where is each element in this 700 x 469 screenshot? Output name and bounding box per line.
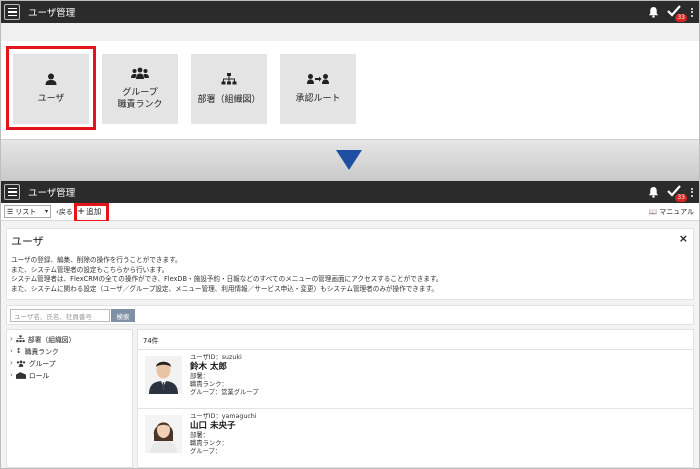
role-icon	[15, 371, 26, 379]
tile-label: 承認ルート	[295, 94, 341, 104]
tile-label-sub: 職責ランク	[117, 100, 163, 110]
user-name[interactable]: 鈴木 太郎	[190, 362, 259, 373]
tree-item-label: 部署（組織図）	[27, 336, 76, 344]
hamburger-menu-button[interactable]	[4, 4, 20, 20]
tree-item-rank[interactable]: › ↕ 職責ランク	[7, 345, 132, 357]
result-count: 74件	[143, 337, 159, 345]
tree-item-label: 職責ランク	[24, 348, 59, 356]
chevron-right-icon: ›	[10, 347, 13, 355]
group-icon	[16, 360, 25, 367]
back-button[interactable]: ‹ 戻る	[56, 207, 73, 217]
app-header-top: ユーザ管理 33	[1, 1, 699, 23]
bell-icon[interactable]	[648, 186, 659, 198]
chevron-right-icon: ›	[10, 371, 13, 379]
user-list-item[interactable]: ユーザID：suzuki 鈴木 太郎 部署： 職責ランク： グループ：営業グルー…	[138, 349, 693, 405]
tile-label: 部署（組織図）	[197, 94, 261, 105]
avatar	[145, 415, 182, 453]
user-id: ユーザID：suzuki	[190, 354, 242, 361]
more-menu-icon[interactable]	[691, 7, 693, 17]
menu-tiles: ユーザ グループ 職責ランク 部署（組織図） 承認ルート	[1, 41, 699, 139]
app-title: ユーザ管理	[28, 188, 76, 199]
search-input[interactable]: ユーザ名、氏名、社員番号	[10, 309, 110, 322]
view-mode-label: リスト	[15, 207, 37, 216]
user-id: ユーザID：yamaguchi	[190, 413, 257, 420]
manual-link[interactable]: 📖 マニュアル	[648, 207, 694, 217]
transition-separator	[1, 139, 699, 181]
down-arrow-icon	[336, 150, 362, 170]
chevron-right-icon: ›	[10, 359, 13, 367]
approval-route-icon	[307, 74, 329, 84]
subheader-bar	[1, 23, 699, 41]
search-button[interactable]: 検索	[111, 309, 135, 322]
user-meta: ユーザID：yamaguchi 山口 未央子 部署： 職責ランク： グループ：	[190, 413, 257, 456]
tree-item-department[interactable]: › 部署（組織図）	[7, 333, 132, 345]
chevron-down-icon: ▾	[44, 208, 48, 215]
app-header-bottom: ユーザ管理 33	[1, 181, 699, 203]
hamburger-menu-button[interactable]	[4, 184, 20, 200]
description-line: また、システムに関わる設定（ユーザ／グループ設定、メニュー管理、利用情報／サービ…	[11, 284, 439, 293]
org-chart-icon	[221, 72, 237, 84]
notification-badge: 33	[675, 14, 687, 22]
tile-department[interactable]: 部署（組織図）	[191, 54, 267, 124]
search-bar: ユーザ名、氏名、社員番号 検索	[6, 305, 694, 325]
description-line: また、システム管理者の設定もこちらから行います。	[11, 265, 169, 274]
bell-icon[interactable]	[648, 6, 659, 18]
app-title: ユーザ管理	[28, 8, 76, 19]
user-department: 部署：	[190, 432, 209, 439]
user-list-item[interactable]: ユーザID：yamaguchi 山口 未央子 部署： 職責ランク： グループ：	[138, 408, 693, 464]
description-text: ユーザの登録、編集、削除の操作を行うことができます。 また、システム管理者の設定…	[11, 256, 442, 294]
manual-label: マニュアル	[659, 207, 694, 216]
highlight-box-user-tile	[6, 46, 96, 130]
user-rank: 職責ランク：	[190, 381, 228, 388]
approval-check-icon[interactable]: 33	[667, 5, 687, 22]
rank-icon: ↕	[15, 347, 22, 355]
description-panel: ユーザ × ユーザの登録、編集、削除の操作を行うことができます。 また、システム…	[6, 228, 694, 300]
back-label: 戻る	[58, 207, 73, 216]
page-title: ユーザ	[11, 235, 44, 248]
more-menu-icon[interactable]	[691, 187, 693, 197]
tile-label: グループ	[122, 88, 158, 98]
filter-tree: › 部署（組織図） › ↕ 職責ランク › グループ › ロール	[6, 329, 133, 468]
view-mode-select[interactable]: ☰ リスト ▾	[4, 205, 51, 218]
user-department: 部署：	[190, 373, 209, 380]
tile-approval-route[interactable]: 承認ルート	[280, 54, 356, 124]
tree-item-label: ロール	[28, 372, 50, 380]
user-meta: ユーザID：suzuki 鈴木 太郎 部署： 職責ランク： グループ：営業グルー…	[190, 354, 259, 397]
user-group: グループ：	[190, 448, 222, 455]
notification-badge: 33	[675, 194, 687, 202]
avatar	[145, 356, 182, 394]
book-icon: 📖	[648, 207, 658, 216]
tree-item-role[interactable]: › ロール	[7, 369, 132, 381]
list-icon: ☰	[7, 207, 14, 216]
tree-item-group[interactable]: › グループ	[7, 357, 132, 369]
user-results: 74件 ユーザID：suzuki 鈴木 太郎 部署： 職責ランク： グループ：営…	[137, 329, 694, 468]
description-line: システム管理者は、FlexCRMの全ての操作ができ、FlexDB・施設予約・日報…	[11, 275, 443, 283]
close-icon[interactable]: ×	[679, 232, 688, 245]
tree-item-label: グループ	[28, 360, 56, 368]
org-chart-icon	[16, 335, 25, 343]
user-rank: 職責ランク：	[190, 440, 228, 447]
description-line: ユーザの登録、編集、削除の操作を行うことができます。	[11, 256, 182, 264]
chevron-right-icon: ›	[10, 335, 13, 343]
tile-group-rank[interactable]: グループ 職責ランク	[102, 54, 178, 124]
highlight-box-add-button	[74, 203, 109, 223]
user-group: グループ：営業グループ	[190, 389, 259, 396]
approval-check-icon[interactable]: 33	[667, 185, 687, 202]
user-name[interactable]: 山口 未央子	[190, 421, 257, 432]
main-content: ユーザ × ユーザの登録、編集、削除の操作を行うことができます。 また、システム…	[1, 221, 699, 468]
group-icon	[131, 67, 149, 79]
